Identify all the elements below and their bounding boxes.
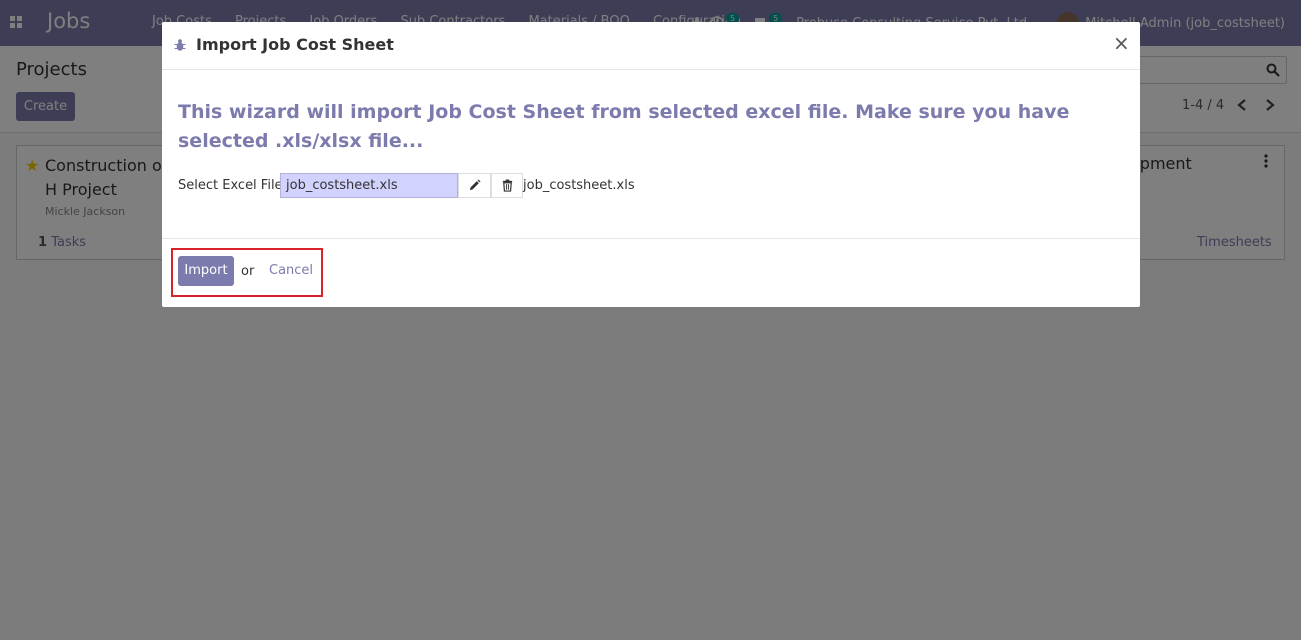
or-separator: or (241, 264, 255, 279)
edit-file-button[interactable] (458, 173, 491, 198)
wizard-description: This wizard will import Job Cost Sheet f… (178, 101, 1070, 152)
cancel-button[interactable]: Cancel (269, 263, 313, 278)
clear-file-button[interactable] (491, 173, 523, 198)
close-icon[interactable]: × (1113, 32, 1130, 54)
excel-file-label: Select Excel File (178, 178, 283, 193)
import-button[interactable]: Import (178, 256, 234, 286)
uploaded-file-name: job_costsheet.xls (523, 178, 635, 193)
dialog-body: This wizard will import Job Cost Sheet f… (162, 70, 1140, 238)
pencil-icon (469, 179, 481, 191)
dialog-footer: Import or Cancel (162, 238, 1140, 307)
bug-icon (174, 39, 186, 51)
import-dialog: Import Job Cost Sheet × This wizard will… (162, 22, 1140, 307)
excel-file-field[interactable]: job_costsheet.xls (280, 173, 458, 198)
trash-icon (502, 179, 513, 192)
dialog-header: Import Job Cost Sheet × (162, 22, 1140, 70)
dialog-title: Import Job Cost Sheet (196, 35, 394, 54)
